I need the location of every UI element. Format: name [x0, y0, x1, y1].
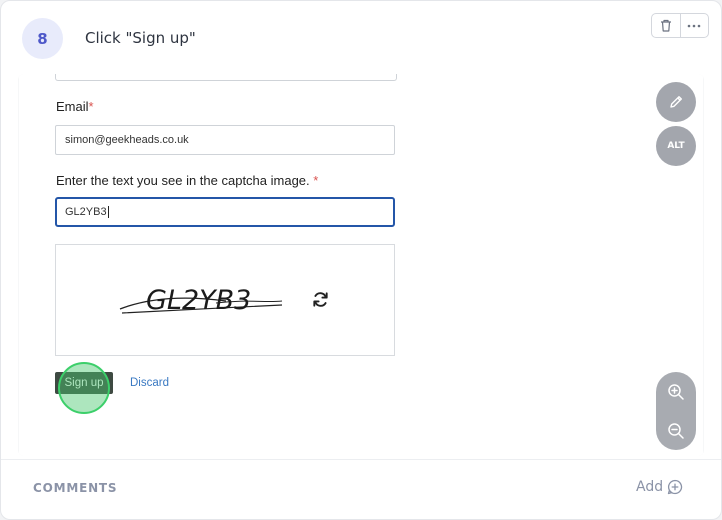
zoom-controls — [656, 372, 696, 450]
add-comment-icon — [667, 479, 683, 495]
email-field[interactable]: simon@geekheads.co.uk — [55, 125, 395, 155]
captcha-image-text: GL2YB3 — [146, 285, 252, 316]
email-label: Email* — [56, 99, 94, 114]
step-title: Click "Sign up" — [85, 29, 196, 47]
step-number-badge: 8 — [22, 18, 63, 59]
required-mark: * — [88, 99, 94, 114]
screenshot-content: Email* simon@geekheads.co.uk Enter the t… — [19, 74, 703, 456]
captcha-label: Enter the text you see in the captcha im… — [56, 173, 318, 188]
comments-label: COMMENTS — [33, 481, 118, 495]
add-comment-label: Add — [636, 479, 664, 495]
alt-text-button[interactable]: ALT — [656, 126, 696, 166]
text-caret — [107, 206, 109, 219]
delete-button[interactable] — [652, 14, 680, 37]
captcha-box: GL2YB3 — [55, 244, 395, 356]
previous-field-edge — [55, 74, 397, 81]
more-options-button[interactable] — [679, 14, 709, 37]
captcha-label-text: Enter the text you see in the captcha im… — [56, 173, 310, 188]
zoom-out-button[interactable] — [656, 411, 696, 450]
pencil-icon — [670, 96, 682, 108]
click-indicator — [58, 362, 110, 414]
trash-icon — [660, 19, 671, 32]
step-toolbar — [651, 13, 709, 38]
email-label-text: Email — [56, 99, 89, 114]
email-field-value: simon@geekheads.co.uk — [65, 134, 189, 146]
add-comment-button[interactable]: Add — [636, 479, 683, 495]
refresh-icon[interactable] — [311, 290, 330, 309]
zoom-in-button[interactable] — [656, 372, 696, 411]
captcha-input[interactable]: GL2YB3 — [55, 197, 395, 227]
zoom-out-icon — [668, 422, 684, 439]
required-mark: * — [313, 173, 319, 188]
zoom-in-icon — [668, 383, 684, 400]
step-screenshot: Email* simon@geekheads.co.uk Enter the t… — [18, 74, 704, 456]
captcha-input-value: GL2YB3 — [65, 206, 107, 218]
edit-button[interactable] — [656, 82, 696, 122]
step-card: 8 Click "Sign up" Email* simon@geekheads… — [0, 0, 722, 520]
discard-link[interactable]: Discard — [130, 377, 169, 389]
comments-divider — [1, 459, 721, 460]
more-horizontal-icon — [687, 24, 701, 27]
